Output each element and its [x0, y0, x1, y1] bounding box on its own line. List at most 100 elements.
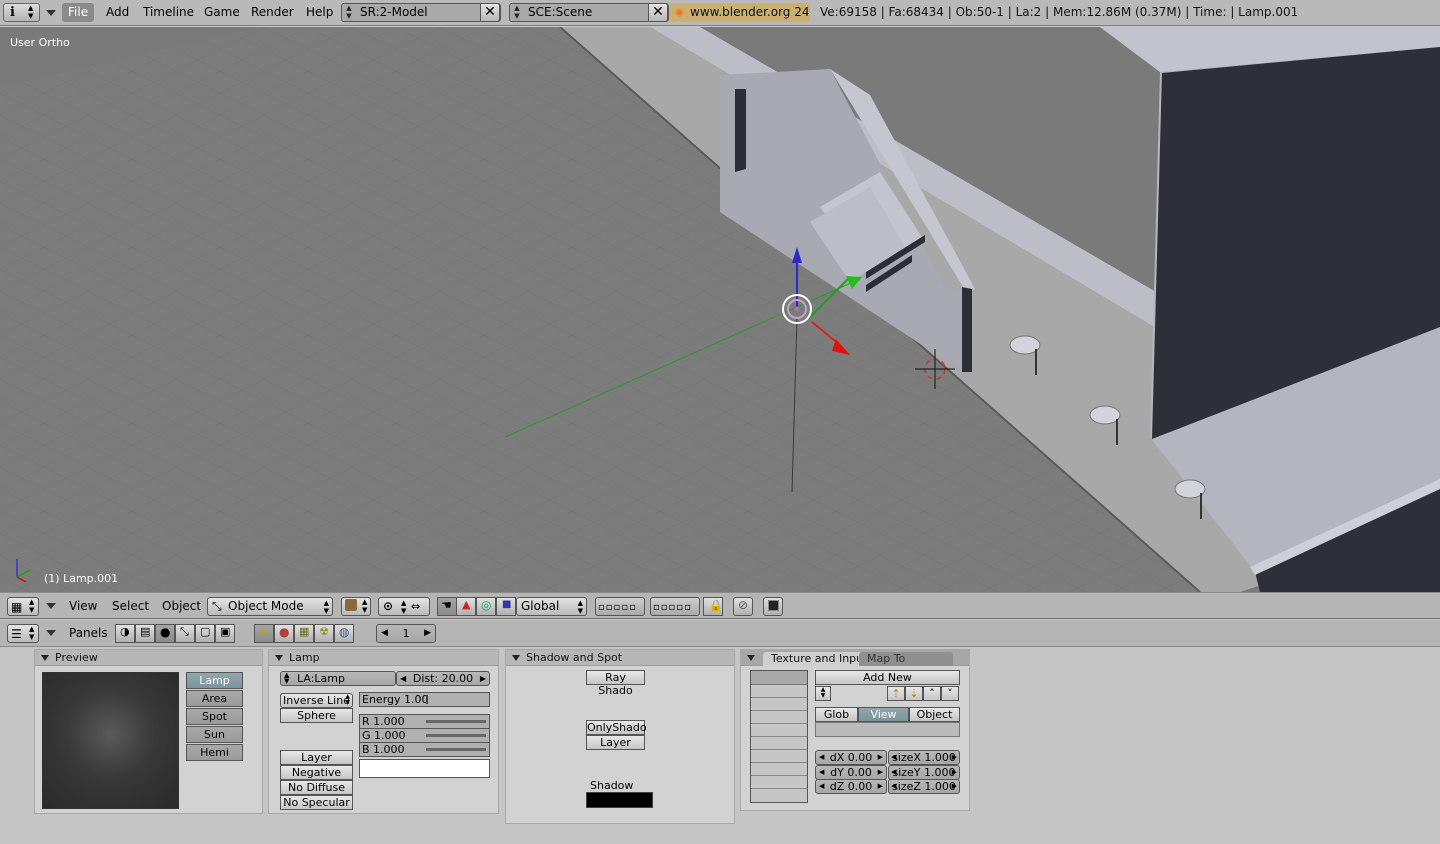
menu-select[interactable]: Select [112, 599, 149, 613]
lamp-type-sun[interactable]: Sun [186, 726, 243, 743]
menu-render[interactable]: Render [245, 3, 300, 22]
frame-counter[interactable]: ◀ 1 ▶ [376, 624, 436, 643]
menu-help[interactable]: Help [300, 3, 339, 22]
negative-toggle[interactable]: Negative [280, 765, 353, 780]
blue-slider[interactable]: B 1.000 [359, 742, 490, 757]
no-specular-toggle[interactable]: No Specular [280, 795, 353, 810]
only-shadow-toggle[interactable]: OnlyShado [586, 720, 647, 735]
lamp-type-area[interactable]: Area [186, 690, 243, 707]
translate-manipulator[interactable]: ▲ [456, 597, 476, 616]
link-scene-button[interactable]: ⊘ [733, 597, 753, 616]
delete-screen-button[interactable]: ✕ [480, 3, 500, 22]
lamp-datablock-field[interactable]: ▲ ▼ LA:Lamp [280, 671, 396, 686]
texture-channel-slot[interactable] [751, 750, 807, 763]
rotate-manipulator[interactable]: ◎ [476, 597, 496, 616]
copy-texture-button[interactable]: ⇡ [887, 686, 905, 701]
lamp-type-hemi[interactable]: Hemi [186, 744, 243, 761]
move-down-button[interactable]: ˅ [941, 686, 959, 701]
collapse-triangle-icon[interactable] [41, 655, 49, 661]
manipulator-toggle[interactable]: ☚ [437, 597, 457, 616]
red-slider[interactable]: R 1.000 [359, 714, 490, 729]
collapse-menu-icon[interactable] [46, 630, 56, 636]
tab-map-to[interactable]: Map To [859, 652, 953, 666]
preview-panel-header[interactable]: Preview [35, 650, 262, 666]
texture-channel-slot[interactable] [751, 776, 807, 789]
screen-selector[interactable]: ▲ ▼ SR:2-Model ✕ [341, 3, 501, 22]
lamp-panel-header[interactable]: Lamp [269, 650, 498, 666]
scale-manipulator[interactable]: ■ [496, 597, 516, 616]
render-button[interactable] [763, 597, 783, 616]
shadow-color-swatch[interactable] [586, 792, 653, 808]
draw-type-selector[interactable]: ▲ ▼ [341, 597, 371, 616]
object-context-button[interactable]: ⤡ [175, 624, 195, 643]
collapse-triangle-icon[interactable] [275, 655, 283, 661]
lamp-subcontext-button[interactable]: ☀ [254, 624, 274, 643]
lamp-color-swatch[interactable] [359, 759, 490, 778]
editing-context-button[interactable]: ▢ [195, 624, 215, 643]
script-context-button[interactable]: ▤ [135, 624, 155, 643]
collapse-triangle-icon[interactable] [747, 655, 755, 661]
add-new-texture-button[interactable]: Add New [815, 670, 960, 685]
editor-type-button[interactable]: ☰ ▲ ▼ [7, 624, 39, 643]
texture-channel-slot[interactable] [751, 737, 807, 750]
lock-layers-button[interactable]: 🔒 [703, 597, 723, 616]
coord-object-button[interactable]: Object [909, 707, 960, 722]
menu-timeline[interactable]: Timeline [137, 3, 200, 22]
screen-name[interactable]: SR:2-Model [360, 4, 428, 21]
blender-url-link[interactable]: www.blender.org 248 [670, 3, 810, 22]
texture-channel-list[interactable] [750, 670, 808, 803]
ray-shadow-toggle[interactable]: Ray Shado [586, 670, 645, 697]
right-arrow-icon[interactable]: ▶ [424, 625, 431, 642]
size-x-field[interactable]: ◀ sizeX 1.000 ▶ [888, 750, 960, 765]
texture-channel-slot[interactable] [751, 698, 807, 711]
world-subcontext-button[interactable]: ◍ [334, 624, 354, 643]
green-slider[interactable]: G 1.000 [359, 728, 490, 743]
texture-browse-button[interactable]: ▲ ▼ [815, 686, 831, 701]
layer-buttons-2[interactable]: ▫▫▫▫▫ [650, 597, 700, 616]
size-z-field[interactable]: ◀ sizeZ 1.000 ▶ [888, 779, 960, 794]
move-up-button[interactable]: ˄ [923, 686, 941, 701]
menu-view[interactable]: View [69, 599, 97, 613]
shadow-layer-toggle[interactable]: Layer [586, 735, 645, 750]
collapse-triangle-icon[interactable] [512, 655, 520, 661]
texture-channel-slot[interactable] [751, 671, 807, 685]
object-name-field[interactable] [815, 722, 960, 737]
falloff-selector[interactable]: Inverse Line ▲ ▼ [280, 693, 353, 708]
lamp-type-spot[interactable]: Spot [186, 708, 243, 725]
texture-channel-slot[interactable] [751, 724, 807, 737]
dist-field[interactable]: ◀ Dist: 20.00 ▶ [396, 671, 490, 686]
panels-label[interactable]: Panels [69, 626, 108, 640]
logic-context-button[interactable]: ◑ [115, 624, 135, 643]
offset-x-field[interactable]: ◀ dX 0.00 ▶ [815, 750, 887, 765]
editor-type-button[interactable]: i ▲ ▼ [3, 3, 40, 22]
menu-game[interactable]: Game [198, 3, 246, 22]
left-arrow-icon[interactable]: ◀ [381, 625, 388, 642]
mode-selector[interactable]: ⤡ Object Mode ▲ ▼ [207, 597, 333, 616]
no-diffuse-toggle[interactable]: No Diffuse [280, 780, 353, 795]
layer-toggle[interactable]: Layer [280, 750, 353, 765]
delete-scene-button[interactable]: ✕ [648, 3, 668, 22]
pivot-selector[interactable]: ⊙ ▲ ▼ ⇔ [378, 597, 430, 616]
scene-name[interactable]: SCE:Scene [528, 4, 592, 21]
paste-texture-button[interactable]: ⇣ [905, 686, 923, 701]
energy-slider[interactable]: Energy 1.00 [359, 692, 490, 707]
offset-z-field[interactable]: ◀ dZ 0.00 ▶ [815, 779, 887, 794]
orientation-selector[interactable]: Global ▲ ▼ [516, 597, 587, 616]
size-y-field[interactable]: ◀ sizeY 1.000 ▶ [888, 765, 960, 780]
sphere-toggle[interactable]: Sphere [280, 708, 353, 723]
menu-file[interactable]: File [62, 3, 95, 22]
radiosity-subcontext-button[interactable]: ☢ [314, 624, 334, 643]
scene-context-button[interactable]: ▣ [215, 624, 235, 643]
texture-channel-slot[interactable] [751, 685, 807, 698]
offset-y-field[interactable]: ◀ dY 0.00 ▶ [815, 765, 887, 780]
collapse-menu-icon[interactable] [46, 10, 56, 16]
shadow-panel-header[interactable]: Shadow and Spot [506, 650, 734, 666]
material-subcontext-button[interactable]: ● [274, 624, 294, 643]
lamp-type-lamp[interactable]: Lamp [186, 672, 243, 689]
shading-context-button[interactable]: ● [155, 624, 175, 643]
coord-view-button[interactable]: View [858, 707, 909, 722]
3d-viewport[interactable]: User Ortho (1) Lamp.001 [0, 27, 1440, 592]
texture-subcontext-button[interactable]: ▦ [294, 624, 314, 643]
menu-object[interactable]: Object [162, 599, 201, 613]
scene-selector[interactable]: ▲ ▼ SCE:Scene ✕ [509, 3, 669, 22]
